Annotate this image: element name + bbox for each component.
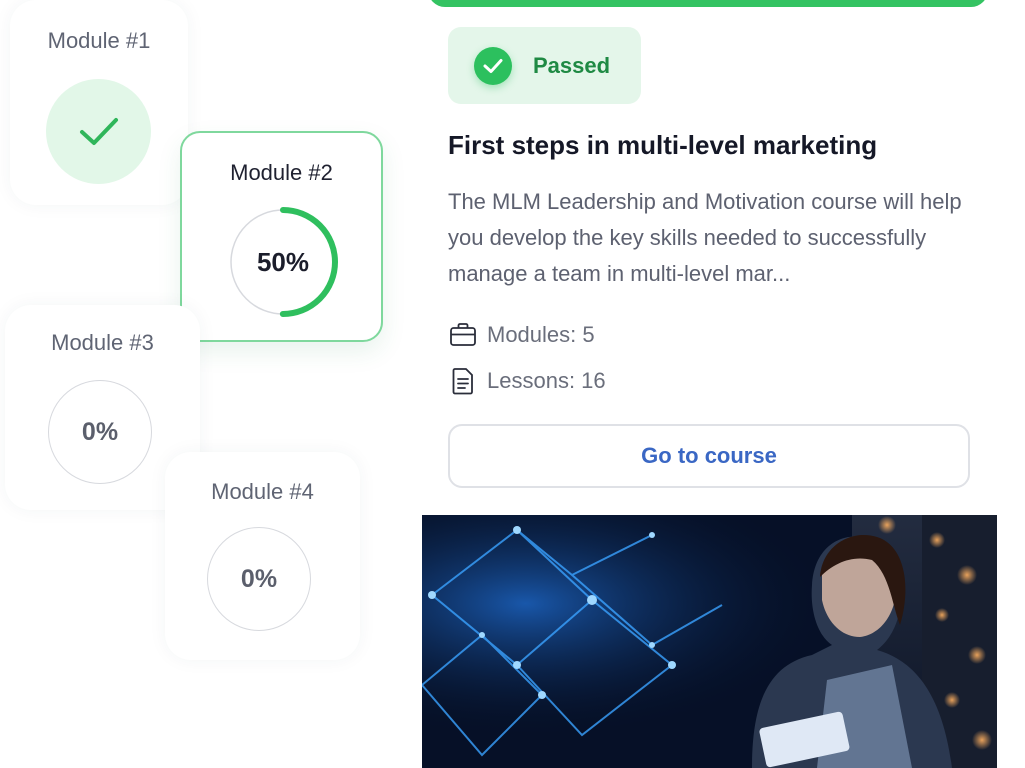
card-accent-bar <box>428 0 988 7</box>
status-badge: Passed <box>448 27 641 104</box>
status-badge-label: Passed <box>533 53 611 78</box>
course-modules-count: Modules: 5 <box>448 321 595 349</box>
go-to-course-button[interactable]: Go to course <box>448 424 970 488</box>
module-card-1[interactable]: Module #1 <box>10 0 188 205</box>
module-card-2[interactable]: Module #2 50% <box>180 131 383 342</box>
course-cover-image <box>422 515 997 768</box>
progress-value: 50% <box>257 247 309 277</box>
document-icon <box>448 367 480 395</box>
course-description: The MLM Leadership and Motivation course… <box>448 189 962 286</box>
progress-ring: 0% <box>207 527 311 631</box>
module-title: Module #3 <box>51 330 154 355</box>
modules-count-label: Modules: 5 <box>487 322 595 347</box>
module-title: Module #4 <box>211 479 314 504</box>
briefcase-icon <box>448 321 480 349</box>
lessons-count-label: Lessons: 16 <box>487 368 606 393</box>
progress-ring: 50% <box>226 205 340 324</box>
check-circle-icon <box>474 47 512 85</box>
module-title: Module #2 <box>230 160 333 185</box>
checkmark-icon <box>79 117 118 145</box>
module-complete-indicator <box>46 79 151 184</box>
course-title: First steps in multi-level marketing <box>448 130 878 160</box>
module-card-4[interactable]: Module #4 0% <box>165 452 360 660</box>
module-title: Module #1 <box>47 28 151 53</box>
progress-ring: 0% <box>48 380 152 484</box>
course-lessons-count: Lessons: 16 <box>448 367 606 395</box>
